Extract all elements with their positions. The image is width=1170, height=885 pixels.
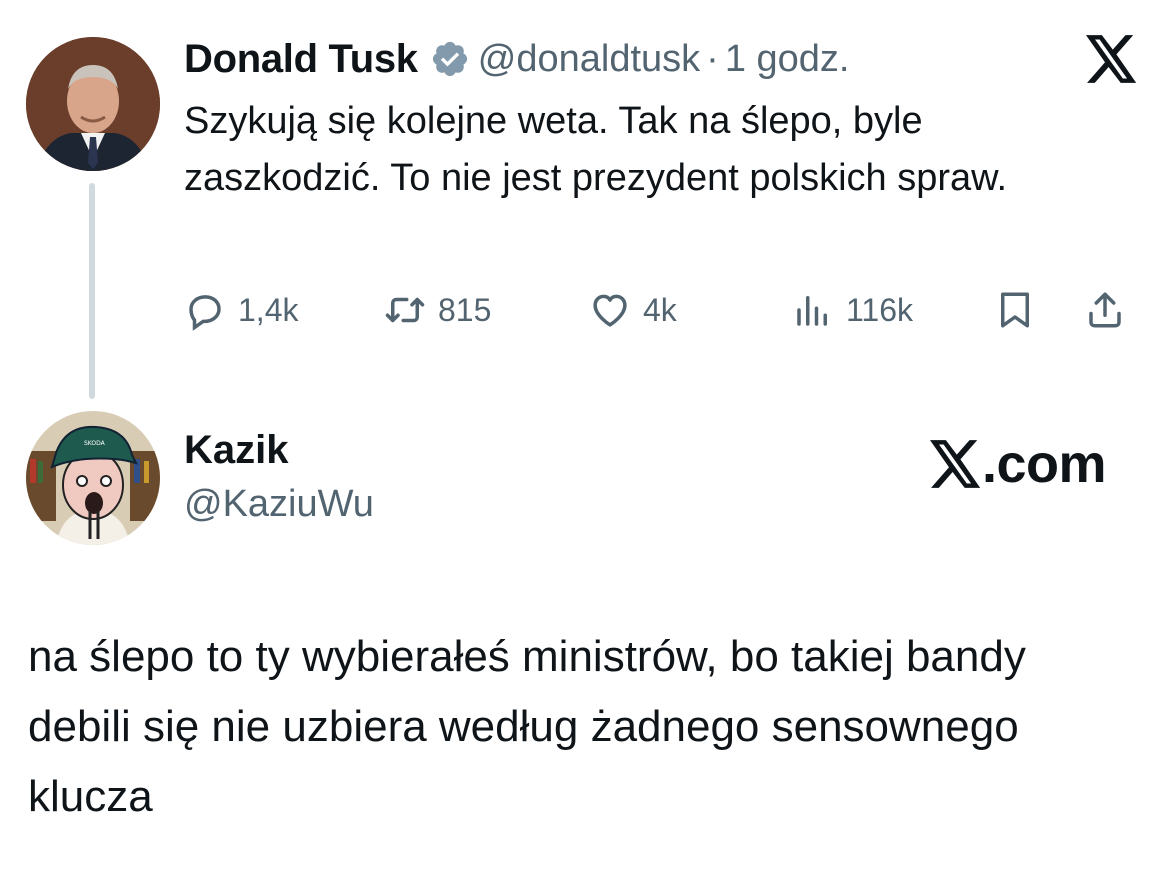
svg-text:SKODA: SKODA: [84, 440, 106, 447]
bookmark-icon: [1001, 292, 1029, 328]
separator-dot: ·: [706, 37, 719, 80]
x-brand-logo-icon: [930, 440, 981, 488]
verified-badge-icon: [432, 41, 467, 77]
views-icon: [797, 296, 827, 326]
reply-text: na ślepo to ty wybierałeś ministrów, bo …: [28, 632, 1026, 821]
reply-author-avatar[interactable]: SKODA: [26, 411, 160, 545]
bookmark-button[interactable]: [994, 283, 1036, 337]
reply-author-handle[interactable]: @KaziuWu: [184, 483, 374, 526]
like-count: 4k: [643, 291, 677, 328]
repost-button[interactable]: 815: [384, 283, 491, 337]
author-avatar[interactable]: [26, 37, 160, 171]
share-button[interactable]: [1084, 283, 1126, 337]
thread-connector-line: [89, 183, 95, 399]
share-icon: [1089, 292, 1121, 328]
views-count: 116k: [846, 291, 914, 328]
reply-button[interactable]: 1,4k: [184, 283, 298, 337]
tweet-text: Szykują się kolejne weta. Tak na ślepo, …: [184, 100, 1008, 199]
x-com-brand: .com: [930, 434, 1107, 494]
author-name[interactable]: Donald Tusk: [184, 37, 418, 82]
repost-count: 815: [438, 291, 492, 328]
tweet-actions-bar: 1,4k 815 4k 116k: [184, 283, 1144, 337]
x-logo-icon[interactable]: [1086, 35, 1138, 83]
tweet-header: Donald Tusk @donaldtusk · 1 godz.: [184, 34, 849, 84]
x-com-label: .com: [982, 434, 1107, 494]
reply-count: 1,4k: [238, 291, 299, 328]
author-handle[interactable]: @donaldtusk: [478, 38, 700, 80]
like-button[interactable]: 4k: [589, 283, 677, 337]
tweet-timestamp[interactable]: 1 godz.: [725, 38, 850, 80]
reply-icon: [189, 295, 221, 331]
views-button[interactable]: 116k: [792, 283, 913, 337]
like-icon: [593, 294, 627, 327]
repost-icon: [385, 297, 425, 323]
reply-author-name[interactable]: Kazik: [184, 428, 289, 473]
